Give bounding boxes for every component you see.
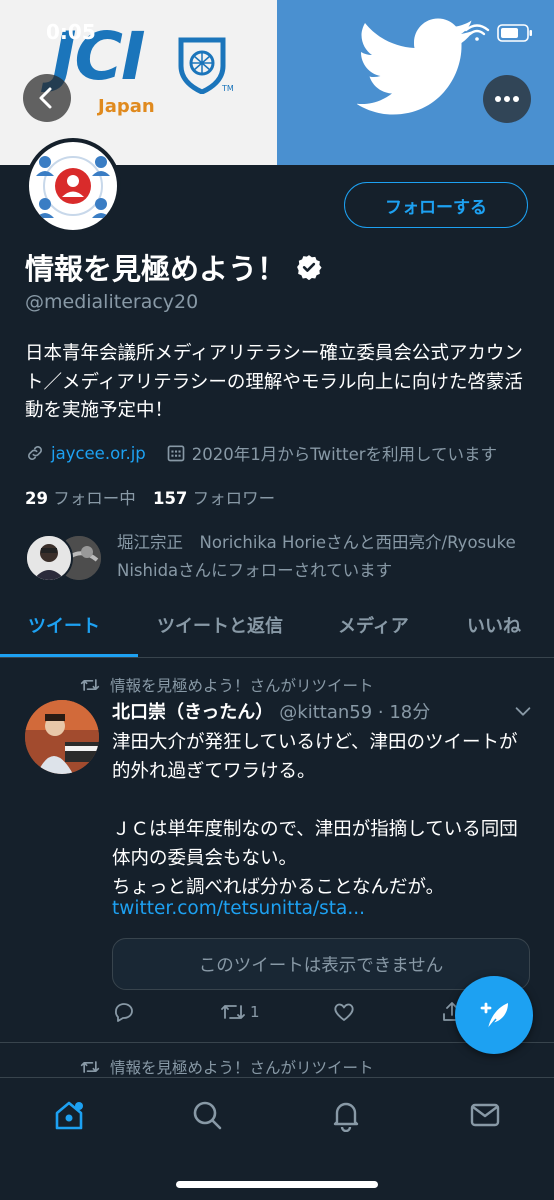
status-icons [430, 24, 532, 42]
tab-likes[interactable]: いいね [467, 612, 521, 638]
like-button[interactable] [332, 1000, 356, 1024]
compose-icon [480, 1002, 508, 1031]
joined-date: 2020年1月からTwitterを利用しています [191, 445, 498, 464]
following-label: フォロー中 [53, 489, 136, 508]
status-time: 0:05 [46, 20, 96, 44]
tweet-link[interactable]: twitter.com/tetsunitta/sta... [112, 898, 365, 919]
profile-tabs: ツイート ツイートと返信 メディア いいね [0, 600, 554, 658]
follower-avatar [25, 534, 73, 582]
profile-handle: @medialiteracy20 [25, 291, 199, 313]
verified-badge-icon [297, 255, 322, 280]
nav-messages[interactable] [468, 1098, 502, 1132]
tab-tweets[interactable]: ツイート [28, 612, 100, 638]
signal-icon [430, 24, 452, 42]
following-count: 29 [25, 489, 48, 508]
people-network-avatar-image [36, 156, 110, 218]
retweet-icon [80, 1061, 100, 1073]
like-icon [334, 1003, 354, 1021]
reply-icon [115, 1003, 133, 1022]
follower-photo [27, 536, 71, 580]
follow-counts: 29 フォロー中 157 フォロワー [25, 485, 275, 509]
retweet-button[interactable]: 1 [220, 1000, 260, 1024]
following-link[interactable]: 29 フォロー中 [25, 489, 136, 508]
followers-count: 157 [152, 489, 188, 508]
profile-display-name: 情報を見極めよう！ [25, 246, 322, 288]
followers-you-know-avatars[interactable] [25, 534, 105, 584]
tab-media[interactable]: メディア [338, 612, 409, 638]
tweet-author-handle-time: @kittan59 · 18分 [279, 702, 431, 723]
more-icon [495, 96, 519, 102]
follow-button[interactable]: フォローする [344, 182, 528, 228]
battery-icon [497, 24, 532, 42]
nav-notifications[interactable] [329, 1098, 363, 1133]
retweet-icon [221, 1005, 245, 1019]
profile-bio: 日本青年会議所メディアリテラシー確立委員会公式アカウント／メディアリテラシーの理… [25, 343, 523, 421]
quoted-tweet-unavailable: このツイートは表示できません [112, 938, 530, 990]
retweet-context-text: 情報を見極めよう！さんがリツイート [110, 1059, 374, 1077]
jci-emblem-icon [178, 37, 226, 94]
display-name-text: 情報を見極めよう！ [25, 252, 287, 286]
chevron-down-icon[interactable] [512, 700, 534, 722]
tweet-text: 津田大介が発狂しているけど、津田のツイートが的外れ過ぎてワラける。 ＪＣは単年度… [112, 732, 518, 898]
wifi-icon [464, 24, 490, 41]
home-icon [55, 1101, 83, 1130]
tweet-author-name[interactable]: 北口崇（きったん） [112, 702, 273, 723]
tweet-author-avatar[interactable] [25, 700, 99, 774]
jci-logo-subtext: Japan [98, 96, 155, 117]
retweet-context: 情報を見極めよう！さんがリツイート [80, 674, 374, 696]
tweet-header: 北口崇（きったん） @kittan59 · 18分 [112, 698, 430, 724]
notifications-icon [333, 1102, 359, 1133]
link-icon [28, 446, 42, 460]
messages-icon [470, 1103, 500, 1127]
active-tab-indicator [0, 654, 138, 657]
retweet-count: 1 [250, 1003, 260, 1021]
compose-tweet-button[interactable] [455, 976, 533, 1054]
back-arrow-icon [39, 87, 52, 109]
nav-search[interactable] [190, 1098, 224, 1132]
search-icon [193, 1101, 222, 1130]
more-options-button[interactable] [483, 75, 531, 123]
profile-meta: jaycee.or.jp 2020年1月からTwitterを利用しています [25, 441, 497, 465]
nav-home[interactable] [52, 1098, 86, 1132]
reply-button[interactable] [112, 1000, 136, 1024]
retweet-context: 情報を見極めよう！さんがリツイート [80, 1056, 374, 1078]
followers-label: フォロワー [192, 489, 276, 508]
back-button[interactable] [23, 74, 71, 122]
author-photo [25, 700, 99, 774]
tab-tweets-and-replies[interactable]: ツイートと返信 [157, 612, 283, 638]
followers-link[interactable]: 157 フォロワー [153, 489, 275, 508]
home-indicator [176, 1181, 378, 1188]
profile-avatar[interactable] [25, 138, 121, 234]
website-link[interactable]: jaycee.or.jp [51, 444, 146, 463]
retweet-context-text: 情報を見極めよう！さんがリツイート [110, 677, 374, 695]
retweet-icon [80, 679, 100, 691]
followed-by-text[interactable]: 堀江宗正 Norichika Horieさんと西田亮介/Ryosuke Nish… [117, 529, 537, 585]
calendar-icon [167, 445, 185, 462]
